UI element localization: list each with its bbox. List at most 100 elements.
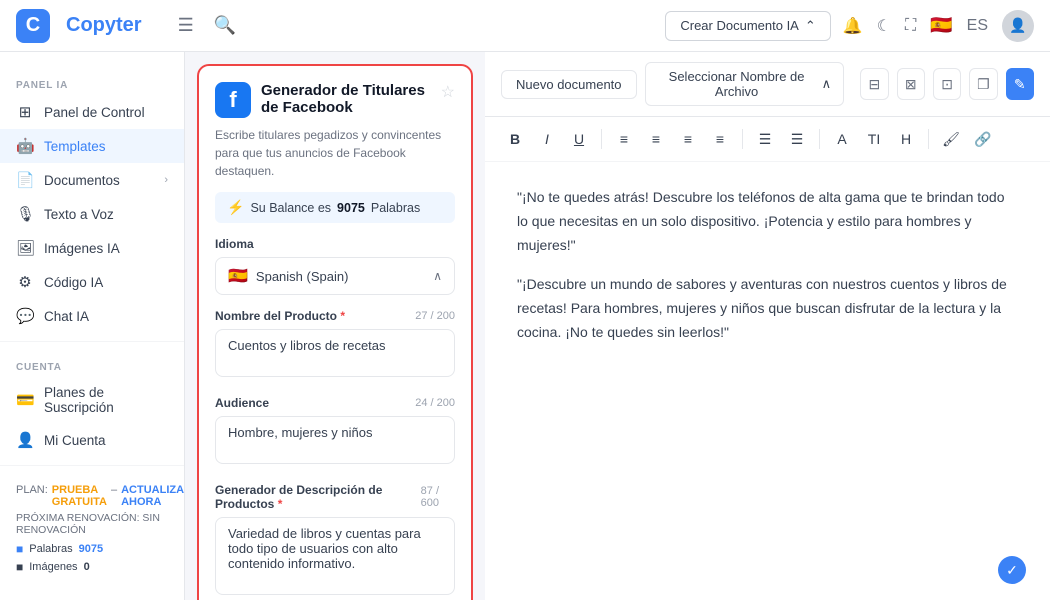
heading2-button[interactable]: H	[892, 125, 920, 153]
expand-icon[interactable]: ⛶	[905, 17, 916, 35]
cuenta-label: CUENTA	[0, 350, 184, 377]
user-icon: 👤	[16, 431, 34, 449]
imagenes-icon: ■	[16, 560, 23, 574]
toolbar-icon-2[interactable]: ⊠	[897, 68, 925, 100]
align-left-button[interactable]: ≡	[610, 125, 638, 153]
align-center-button[interactable]: ≡	[642, 125, 670, 153]
moon-icon[interactable]: ☾	[877, 16, 891, 36]
chevron-up-icon: ∧	[822, 76, 832, 92]
bolt-icon: ⚡	[227, 199, 244, 216]
imagenes-val: 0	[84, 561, 90, 573]
doc-icon: 📄	[16, 171, 34, 189]
plan-upgrade-link[interactable]: ACTUALIZAR AHORA	[121, 484, 185, 508]
nombre-char-count: 27 / 200	[415, 310, 455, 322]
link-button[interactable]: 🔗	[969, 125, 997, 153]
list-ordered-button[interactable]: ☰	[751, 125, 779, 153]
crear-documento-button[interactable]: Crear Documento IA ⌃	[665, 11, 830, 41]
desc-required: *	[278, 497, 283, 511]
spain-flag-icon: 🇪🇸	[228, 266, 248, 286]
sel-name-label: Seleccionar Nombre de Archivo	[658, 69, 816, 99]
toolbar-icon-5[interactable]: ✎	[1006, 68, 1034, 100]
sidebar-item-mi-cuenta[interactable]: 👤 Mi Cuenta	[0, 423, 184, 457]
audience-label: Audience	[215, 396, 269, 410]
doc-name-button[interactable]: Nuevo documento	[501, 70, 637, 99]
sidebar-item-codigo-ia[interactable]: ⚙ Código IA	[0, 265, 184, 299]
imagenes-label: Imágenes	[29, 561, 77, 573]
align-justify-button[interactable]: ≡	[706, 125, 734, 153]
balance-bar: ⚡ Su Balance es 9075 Palabras	[215, 192, 455, 223]
select-name-button[interactable]: Seleccionar Nombre de Archivo ∧	[645, 62, 845, 106]
sidebar-label-planes: Planes de Suscripción	[44, 385, 168, 415]
logo-icon: C	[16, 9, 50, 43]
desc-label: Generador de Descripción de Productos	[215, 483, 382, 511]
language-flag[interactable]: 🇪🇸	[930, 15, 952, 36]
lang-code: ES	[967, 17, 988, 35]
heading-button[interactable]: TI	[860, 125, 888, 153]
sidebar-item-planes[interactable]: 💳 Planes de Suscripción	[0, 377, 184, 423]
sidebar: PANEL IA ⊞ Panel de Control 🤖 Templates …	[0, 52, 185, 600]
star-icon[interactable]: ☆	[441, 82, 455, 102]
palabras-icon: ■	[16, 542, 23, 556]
grid-icon: ⊞	[16, 103, 34, 121]
toolbar-icon-1[interactable]: ⊟	[860, 68, 888, 100]
idioma-section: Idioma 🇪🇸 Spanish (Spain) ∧	[215, 237, 455, 295]
lang-name: Spanish (Spain)	[256, 269, 425, 284]
card-description: Escribe titulares pegadizos y convincent…	[215, 126, 455, 180]
sidebar-item-texto-voz[interactable]: 🎙 Texto a Voz	[0, 197, 184, 231]
editor-paragraph-2: "¡Descubre un mundo de sabores y aventur…	[517, 273, 1018, 344]
sidebar-item-documentos[interactable]: 📄 Documentos ›	[0, 163, 184, 197]
left-panel: f Generador de Titulares de Facebook ☆ E…	[185, 52, 485, 600]
font-size-button[interactable]: A	[828, 125, 856, 153]
plan-free-link[interactable]: PRUEBA GRATUITA	[52, 484, 107, 508]
sidebar-item-chat-ia[interactable]: 💬 Chat IA	[0, 299, 184, 333]
image-icon: 🖼	[16, 239, 34, 257]
toolbar-icon-3[interactable]: ⊡	[933, 68, 961, 100]
facebook-icon: f	[215, 82, 251, 118]
template-card: f Generador de Titulares de Facebook ☆ E…	[197, 64, 473, 600]
plan-label: PLAN:	[16, 484, 48, 508]
chevron-right-icon: ›	[164, 174, 168, 186]
editor-paragraph-1: "¡No te quedes atrás! Descubre los teléf…	[517, 186, 1018, 257]
idioma-label: Idioma	[215, 237, 254, 251]
audience-section: Audience 24 / 200 Hombre, mujeres y niño…	[215, 396, 455, 469]
sidebar-item-templates[interactable]: 🤖 Templates	[0, 129, 184, 163]
sidebar-label-documentos: Documentos	[44, 173, 120, 188]
audience-input[interactable]: Hombre, mujeres y niños	[215, 416, 455, 464]
code-icon: ⚙	[16, 273, 34, 291]
nombre-section: Nombre del Producto * 27 / 200 Cuentos y…	[215, 309, 455, 382]
align-right-button[interactable]: ≡	[674, 125, 702, 153]
bottom-confirm-button[interactable]: ✓	[998, 556, 1026, 584]
editor-area[interactable]: "¡No te quedes atrás! Descubre los teléf…	[485, 162, 1050, 600]
sidebar-label-chat-ia: Chat IA	[44, 309, 89, 324]
topnav: C Copyter ☰ 🔍 Crear Documento IA ⌃ 🔔 ☾ ⛶…	[0, 0, 1050, 52]
list-unordered-button[interactable]: ☰	[783, 125, 811, 153]
chevron-up-icon: ⌃	[805, 18, 816, 34]
toolbar-icon-4[interactable]: ❐	[969, 68, 997, 100]
bold-button[interactable]: B	[501, 125, 529, 153]
brush-button[interactable]: 🖌	[937, 125, 965, 153]
right-toolbar: Nuevo documento Seleccionar Nombre de Ar…	[485, 52, 1050, 117]
language-select[interactable]: 🇪🇸 Spanish (Spain) ∧	[215, 257, 455, 295]
notification-icon[interactable]: 🔔	[843, 16, 863, 36]
palabras-val: 9075	[79, 543, 103, 555]
desc-input[interactable]: Variedad de libros y cuentas para todo t…	[215, 517, 455, 595]
menu-icon[interactable]: ☰	[174, 11, 198, 40]
plan-box: PLAN: PRUEBA GRATUITA – ACTUALIZAR AHORA…	[0, 474, 184, 584]
balance-number: 9075	[337, 201, 365, 215]
nombre-required: *	[340, 309, 345, 323]
format-bar: B I U ≡ ≡ ≡ ≡ ☰ ☰ A TI H 🖌	[485, 117, 1050, 162]
nombre-input[interactable]: Cuentos y libros de recetas	[215, 329, 455, 377]
italic-button[interactable]: I	[533, 125, 561, 153]
sidebar-label-mi-cuenta: Mi Cuenta	[44, 433, 106, 448]
user-avatar[interactable]: 👤	[1002, 10, 1034, 42]
sidebar-item-panel-control[interactable]: ⊞ Panel de Control	[0, 95, 184, 129]
crear-label: Crear Documento IA	[680, 18, 799, 33]
underline-button[interactable]: U	[565, 125, 593, 153]
nombre-label: Nombre del Producto	[215, 309, 337, 323]
search-icon[interactable]: 🔍	[210, 11, 240, 40]
audience-char-count: 24 / 200	[415, 397, 455, 409]
desc-char-count: 87 / 600	[421, 485, 455, 509]
logo-text: Copyter	[66, 14, 142, 37]
card-title: Generador de Titulares de Facebook	[261, 82, 431, 116]
sidebar-item-imagenes-ia[interactable]: 🖼 Imágenes IA	[0, 231, 184, 265]
